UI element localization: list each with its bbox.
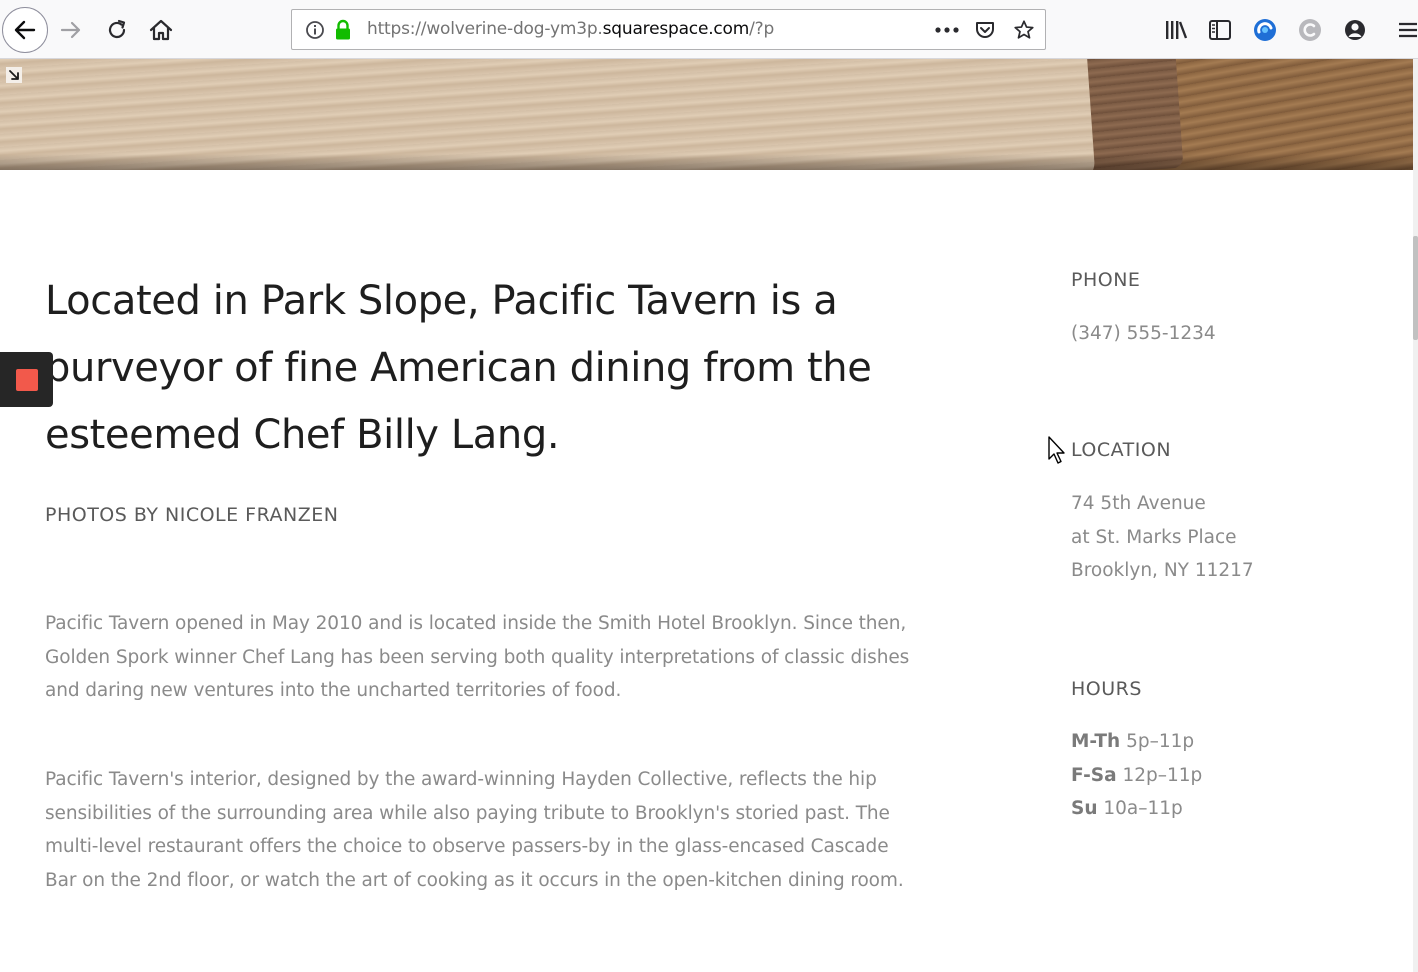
sidebar-button[interactable] <box>1204 10 1236 50</box>
extension-blue-icon <box>1254 19 1276 41</box>
url-prefix: https://wolverine-dog-ym3p. <box>367 19 603 39</box>
more-dots-icon[interactable] <box>933 19 961 41</box>
hours-days: F-Sa <box>1071 764 1117 786</box>
page-scrollbar-track[interactable] <box>1413 59 1418 972</box>
floating-action-button[interactable] <box>0 352 53 407</box>
info-icon[interactable] <box>304 19 326 41</box>
account-icon <box>1345 20 1365 40</box>
reload-icon <box>108 19 126 39</box>
sidebar-icon <box>1209 20 1231 40</box>
hero-image <box>0 59 1413 170</box>
interior-paragraph: Pacific Tavern's interior, designed by t… <box>45 769 904 892</box>
hours-time: 5p–11p <box>1126 731 1195 752</box>
hours-heading: HOURS <box>1071 678 1142 700</box>
address-block: 74 5th Avenue at St. Marks Place Brookly… <box>1071 487 1391 588</box>
hours-row: Su 10a–11p <box>1071 792 1391 826</box>
url-suffix: /?p <box>749 19 775 39</box>
mouse-cursor-icon <box>1048 436 1065 464</box>
extension-grey-icon <box>1299 19 1321 41</box>
url-text[interactable]: https://wolverine-dog-ym3p.squarespace.c… <box>367 10 774 49</box>
library-button[interactable] <box>1160 10 1192 50</box>
address-line-1: 74 5th Avenue <box>1071 493 1206 514</box>
hours-row: F-Sa 12p–11p <box>1071 759 1391 793</box>
hours-list: M-Th 5p–11p F-Sa 12p–11p Su 10a–11p <box>1071 725 1391 826</box>
forward-button[interactable] <box>55 10 87 50</box>
hours-row: M-Th 5p–11p <box>1071 725 1391 759</box>
page-scrollbar-thumb[interactable] <box>1413 236 1418 340</box>
phone-heading: PHONE <box>1071 269 1141 291</box>
hours-time: 12p–11p <box>1122 764 1203 786</box>
hamburger-menu-icon <box>1399 22 1417 38</box>
account-button[interactable] <box>1339 10 1371 50</box>
address-line-2: at St. Marks Place <box>1071 526 1237 548</box>
home-button[interactable] <box>145 10 177 50</box>
phone-number[interactable]: (347) 555-1234 <box>1071 317 1391 351</box>
lock-icon[interactable] <box>332 19 354 41</box>
photo-credit: PHOTOS BY NICOLE FRANZEN <box>45 504 339 526</box>
stop-square-icon <box>15 368 38 391</box>
star-icon[interactable] <box>1013 19 1035 41</box>
page-headline: Located in Park Slope, Pacific Tavern is… <box>45 278 872 458</box>
hours-time: 10a–11p <box>1103 798 1183 820</box>
forward-arrow-icon <box>60 21 81 39</box>
back-button[interactable] <box>2 7 48 53</box>
library-icon <box>1166 21 1188 39</box>
url-bar[interactable]: https://wolverine-dog-ym3p.squarespace.c… <box>291 9 1046 50</box>
hours-days: Su <box>1071 798 1098 820</box>
home-icon <box>149 19 173 41</box>
reload-button[interactable] <box>101 10 133 50</box>
extension-button-2[interactable] <box>1294 10 1326 50</box>
extension-button-1[interactable] <box>1249 10 1281 50</box>
menu-button[interactable] <box>1394 10 1418 50</box>
expand-arrow-icon[interactable] <box>6 67 22 83</box>
hero-shadow <box>0 154 1413 170</box>
intro-paragraph: Pacific Tavern opened in May 2010 and is… <box>45 613 910 702</box>
browser-toolbar: https://wolverine-dog-ym3p.squarespace.c… <box>0 0 1418 59</box>
hours-days: M-Th <box>1071 731 1121 752</box>
back-arrow-icon <box>14 20 36 40</box>
address-line-3: Brooklyn, NY 11217 <box>1071 560 1254 582</box>
pocket-icon[interactable] <box>974 19 996 41</box>
url-domain: squarespace.com <box>602 19 750 39</box>
location-heading: LOCATION <box>1071 439 1172 461</box>
